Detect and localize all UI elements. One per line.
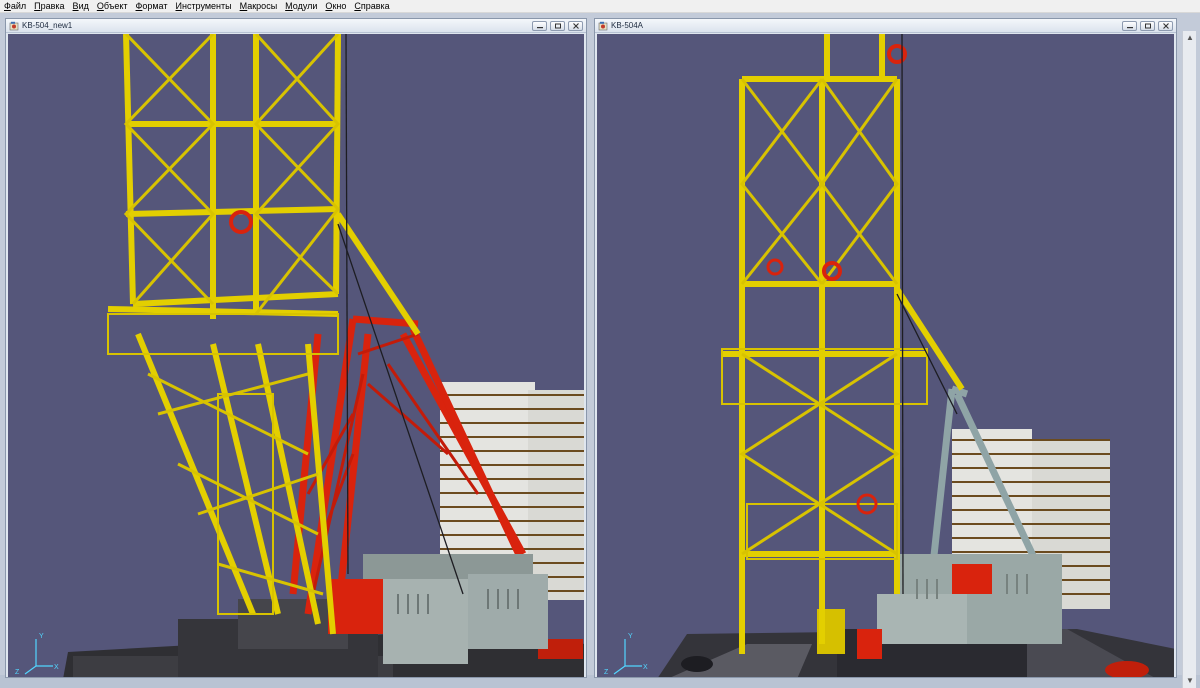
window-titlebar[interactable]: KB-504_new1 — [6, 19, 586, 33]
3d-viewport[interactable]: Y X Z — [8, 34, 584, 677]
document-window-2[interactable]: KB-504A Y X Z — [594, 18, 1177, 678]
window-titlebar[interactable]: KB-504A — [595, 19, 1176, 33]
menu-edit[interactable]: Правка — [30, 0, 68, 12]
menu-file[interactable]: Файл — [0, 0, 30, 12]
scroll-down-icon[interactable]: ▼ — [1185, 676, 1195, 686]
counterweight-stripe — [440, 478, 584, 480]
counterweight-stripe — [440, 422, 584, 424]
counterweight-stripe — [952, 523, 1110, 525]
minimize-icon — [1126, 26, 1133, 28]
menu-object[interactable]: Объект — [93, 0, 132, 12]
counterweight-stripe — [440, 548, 584, 550]
menu-view[interactable]: Вид — [69, 0, 93, 12]
axis-y-label: Y — [39, 633, 44, 640]
window-title: KB-504_new1 — [22, 21, 73, 30]
minimize-button[interactable] — [1122, 20, 1137, 31]
axis-y-label: Y — [628, 633, 633, 640]
counterweight-stripe — [952, 509, 1110, 511]
close-button[interactable] — [568, 20, 583, 31]
menu-modules[interactable]: Модули — [281, 0, 321, 12]
yellow-tower — [107, 34, 421, 635]
document-window-1[interactable]: KB-504_new1 Y X Z — [5, 18, 587, 678]
counterweight-stripe — [440, 464, 584, 466]
counterweight-stripe — [440, 408, 584, 410]
counterweight-stripe — [952, 495, 1110, 497]
close-icon — [1162, 22, 1169, 29]
crane-model-red-boom: Y X Z — [15, 34, 584, 677]
counterweight-stripe — [440, 520, 584, 522]
mdi-workspace: KB-504_new1 Y X Z KB-504A Y X Z ▲ ▼ — [0, 13, 1200, 688]
3d-viewport[interactable]: Y X Z — [597, 34, 1174, 677]
minimize-button[interactable] — [532, 20, 547, 31]
axis-triad: Y X Z — [604, 633, 648, 676]
scroll-up-icon[interactable]: ▲ — [1185, 33, 1195, 43]
axis-x-label: X — [54, 664, 59, 671]
app-document-icon — [9, 21, 19, 30]
menu-window[interactable]: Окно — [321, 0, 350, 12]
counterweight-stripe — [440, 450, 584, 452]
axis-triad: Y X Z — [15, 633, 59, 676]
counterweight-stripe — [440, 506, 584, 508]
sheave-pulley — [766, 258, 784, 276]
axis-x-label: X — [643, 664, 648, 671]
restore-icon — [1144, 23, 1151, 28]
menu-macros[interactable]: Макросы — [236, 0, 282, 12]
vertical-scrollbar[interactable]: ▲ ▼ — [1182, 31, 1196, 688]
menu-tools[interactable]: Инструменты — [172, 0, 236, 12]
crane-model-grey-boom: Y X Z — [604, 34, 1174, 677]
window-title: KB-504A — [611, 21, 644, 30]
counterweight-stripe — [952, 481, 1110, 483]
minimize-icon — [536, 26, 543, 28]
sheave-pulley — [229, 210, 253, 234]
hoist-cables — [896, 34, 958, 595]
menu-bar: Файл Правка Вид Объект Формат Инструмент… — [0, 0, 1200, 13]
counterweight-stripe — [952, 467, 1110, 469]
close-icon — [572, 22, 579, 29]
restore-button[interactable] — [1140, 20, 1155, 31]
counterweight-stripe — [440, 492, 584, 494]
counterweight-stripe — [952, 453, 1110, 455]
restore-icon — [554, 23, 561, 28]
close-button[interactable] — [1158, 20, 1173, 31]
menu-format[interactable]: Формат — [132, 0, 172, 12]
app-document-icon — [598, 21, 608, 30]
counterweight-stripe — [440, 394, 584, 396]
restore-button[interactable] — [550, 20, 565, 31]
menu-help[interactable]: Справка — [350, 0, 393, 12]
counterweight-stripe — [952, 537, 1110, 539]
